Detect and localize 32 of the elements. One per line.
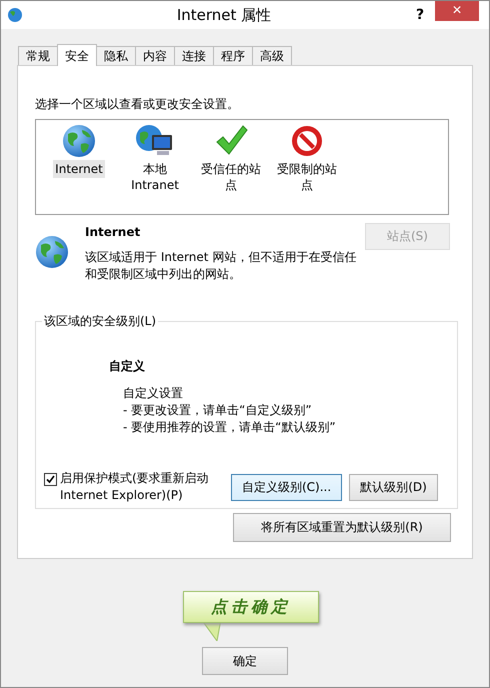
tab[interactable]: 高级 (252, 46, 292, 65)
tab[interactable]: 常规 (18, 46, 58, 65)
zone-title: Internet (85, 225, 142, 239)
group-legend: 该区域的安全级别(L) (42, 313, 158, 330)
reset-button[interactable]: 将所有区域重置为默认级别(R) (233, 513, 451, 542)
globe-icon (35, 235, 69, 269)
no-entry-icon (290, 124, 324, 158)
zone-item[interactable]: 本地 Intranet (120, 124, 190, 210)
close-button[interactable]: × (435, 1, 479, 21)
ok-button[interactable]: 确定 (202, 647, 288, 675)
level-detail: 自定义设置 (123, 385, 184, 402)
globe-icon (62, 124, 96, 158)
tab[interactable]: 安全 (57, 44, 97, 66)
level-button[interactable]: 默认级别(D) (349, 474, 438, 500)
checkbox-label: 启用保护模式(要求重新启动 Internet Explorer)(P) (60, 470, 210, 504)
zone-prompt: 选择一个区域以查看或更改安全设置。 (35, 96, 240, 113)
level-detail: - 要使用推荐的设置，请单击“默认级别” (123, 419, 337, 436)
level-detail: - 要更改设置，请单击“自定义级别” (123, 402, 313, 419)
tab[interactable]: 连接 (174, 46, 214, 65)
zone-description: 该区域适用于 Internet 网站，但不适用于在受信任和受限制区域中列出的网站。 (85, 249, 358, 283)
help-button[interactable]: ? (405, 7, 435, 23)
zone-item[interactable]: 受信任的站点 (196, 124, 266, 210)
checkbox[interactable] (44, 473, 57, 486)
level-button[interactable]: 自定义级别(C)... (231, 474, 342, 500)
level-name: 自定义 (109, 358, 146, 375)
tab[interactable]: 隐私 (96, 46, 136, 65)
globe-icon (7, 7, 23, 23)
window-title: Internet 属性 (176, 6, 272, 24)
zone-item[interactable]: 受限制的站点 (272, 124, 342, 210)
callout-bubble: 点击确定 (183, 591, 319, 623)
globe-computer-icon (135, 124, 175, 158)
zone-item[interactable]: Internet (44, 124, 114, 210)
